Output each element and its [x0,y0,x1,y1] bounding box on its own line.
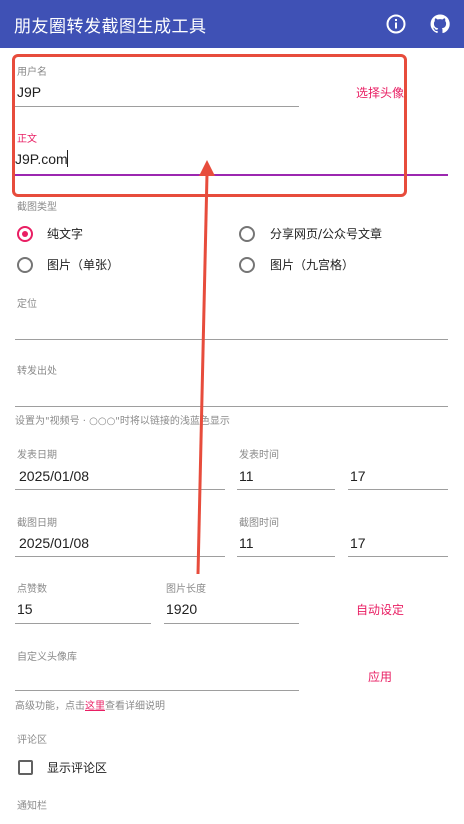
annotation-arrow [196,160,215,575]
